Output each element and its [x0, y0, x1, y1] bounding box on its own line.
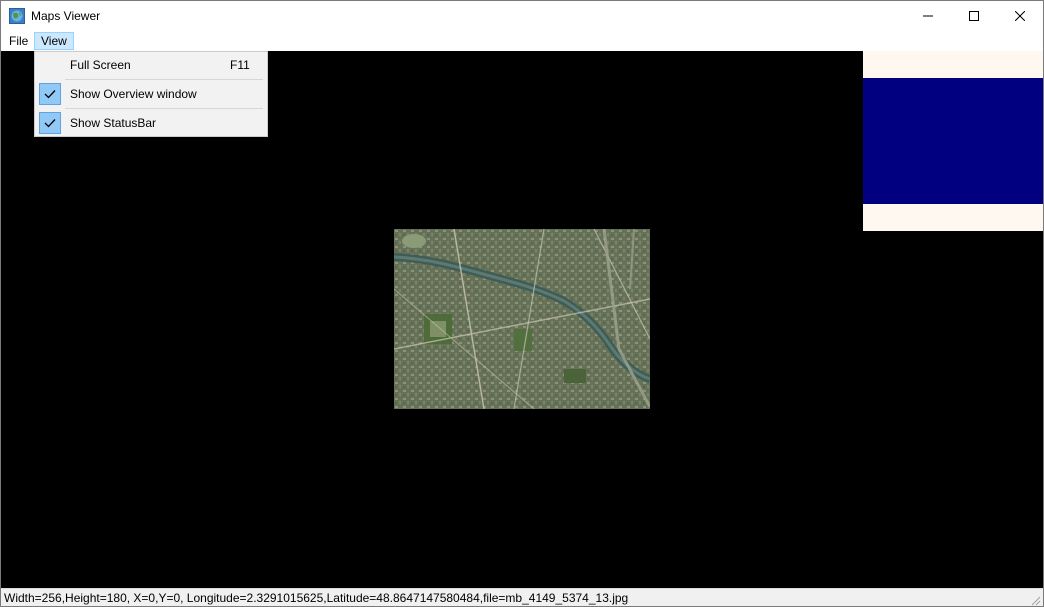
menu-item-show-statusbar[interactable]: Show StatusBar [37, 110, 265, 136]
close-icon [1015, 11, 1025, 21]
menu-item-full-screen[interactable]: Full Screen F11 [37, 52, 265, 78]
resize-grip-icon[interactable] [1031, 595, 1041, 606]
menu-item-label: Show Overview window [70, 87, 197, 101]
menu-view[interactable]: View [34, 32, 74, 50]
maximize-button[interactable] [951, 1, 997, 31]
status-text: Width=256,Height=180, X=0,Y=0, Longitude… [4, 591, 629, 605]
menu-item-label: Show StatusBar [70, 116, 157, 130]
overview-viewport-rect[interactable] [863, 78, 1043, 204]
menu-separator [65, 108, 263, 109]
map-tile-image [394, 229, 650, 409]
menu-item-shortcut: F11 [230, 58, 250, 72]
overview-window[interactable] [863, 51, 1043, 231]
menu-file[interactable]: File [3, 32, 34, 50]
title-bar[interactable]: Maps Viewer [1, 1, 1043, 31]
menu-item-show-overview-window[interactable]: Show Overview window [37, 81, 265, 107]
globe-map-icon [9, 8, 25, 24]
check-icon [39, 112, 61, 134]
view-menu-dropdown: Full Screen F11 Show Overview window Sho… [34, 51, 268, 137]
window-title: Maps Viewer [31, 9, 101, 23]
menu-bar: File View [1, 31, 1043, 51]
minimize-button[interactable] [905, 1, 951, 31]
minimize-icon [923, 15, 933, 17]
menu-item-label: Full Screen [70, 58, 131, 72]
check-icon [39, 83, 61, 105]
close-button[interactable] [997, 1, 1043, 31]
maps-viewer-window: Maps Viewer File View Width=256,Height=1… [0, 0, 1044, 607]
status-bar: Width=256,Height=180, X=0,Y=0, Longitude… [1, 588, 1043, 606]
maximize-icon [969, 11, 979, 21]
menu-separator [65, 79, 263, 80]
